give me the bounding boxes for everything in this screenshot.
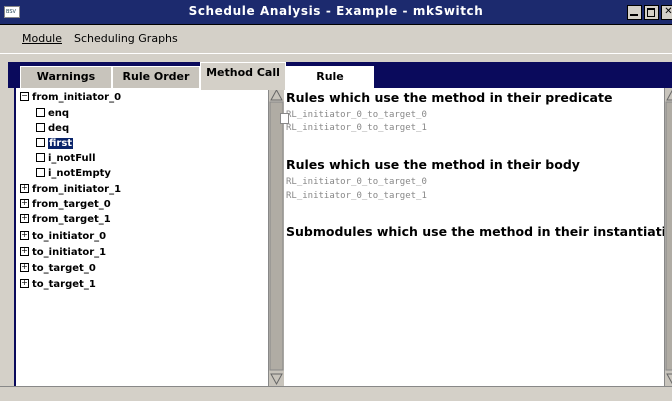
- tree-item-i-notempty[interactable]: i_notEmpty: [36, 167, 111, 179]
- scroll-up-arrow-icon[interactable]: [666, 89, 672, 101]
- expand-icon[interactable]: +: [20, 198, 29, 208]
- menu-module-label: Module: [22, 32, 62, 45]
- minimize-icon: [630, 14, 638, 16]
- scrollbar-trough[interactable]: [269, 101, 284, 371]
- window-controls: ✕: [625, 5, 672, 20]
- expand-icon[interactable]: +: [20, 278, 29, 288]
- tree-item-label: from_initiator_1: [32, 184, 122, 195]
- tab-method-call-label: Method Call: [206, 66, 280, 79]
- leaf-box-icon: [36, 137, 45, 147]
- close-button[interactable]: ✕: [661, 5, 672, 20]
- collapse-icon[interactable]: −: [20, 91, 29, 101]
- tree-item-i-notfull[interactable]: i_notFull: [36, 152, 96, 164]
- tab-warnings-label: Warnings: [36, 70, 96, 83]
- leaf-box-icon: [36, 107, 45, 117]
- predicate-rule-item: RL_initiator_0_to_target_1: [286, 123, 427, 133]
- window-title: Schedule Analysis - Example - mkSwitch: [188, 4, 484, 18]
- menu-scheduling-graphs-label: Scheduling Graphs: [74, 32, 178, 45]
- details-panel: Rules which use the method in their pred…: [280, 88, 672, 386]
- tree-item-label-selected: first: [48, 138, 74, 149]
- menu-module[interactable]: Module: [22, 32, 62, 45]
- menu-bar: Module Scheduling Graphs: [0, 25, 672, 54]
- tree-scrollbar[interactable]: [268, 88, 284, 386]
- tree-item-label: to_target_1: [32, 279, 96, 290]
- leaf-box-icon: [36, 152, 45, 162]
- tree-item-from-target-1[interactable]: + from_target_1: [20, 213, 111, 225]
- tree-scrollbar-graphic: [269, 88, 284, 386]
- predicate-heading: Rules which use the method in their pred…: [286, 90, 613, 105]
- tree-item-enq[interactable]: enq: [36, 107, 70, 119]
- leaf-box-icon: [36, 167, 45, 177]
- expand-icon[interactable]: +: [20, 183, 29, 193]
- method-tree[interactable]: − from_initiator_0 enq deq first i_notFul…: [16, 88, 268, 386]
- tree-item-label: from_target_0: [32, 199, 111, 210]
- expand-icon[interactable]: +: [20, 262, 29, 272]
- expand-icon[interactable]: +: [20, 230, 29, 240]
- tree-item-label: to_target_0: [32, 263, 96, 274]
- tab-rule-relations[interactable]: Rule Relations: [286, 66, 374, 103]
- maximize-icon: [647, 8, 655, 17]
- tree-item-label: from_initiator_0: [32, 92, 122, 103]
- tree-item-from-initiator-1[interactable]: + from_initiator_1: [20, 183, 122, 195]
- scroll-down-arrow-icon[interactable]: [270, 373, 283, 386]
- tree-item-label: enq: [48, 108, 70, 119]
- tree-item-label: from_target_1: [32, 214, 111, 225]
- tree-item-label: to_initiator_0: [32, 231, 107, 242]
- main-content: − from_initiator_0 enq deq first i_notFul…: [14, 88, 672, 386]
- expand-icon[interactable]: +: [20, 213, 29, 223]
- resize-handle[interactable]: [280, 113, 289, 124]
- body-heading: Rules which use the method in their body: [286, 157, 580, 172]
- tab-rule-order[interactable]: Rule Order: [112, 66, 200, 89]
- title-bar: BSV Schedule Analysis - Example - mkSwit…: [0, 0, 672, 25]
- body-rule-item: RL_initiator_0_to_target_0: [286, 177, 427, 187]
- details-scrollbar[interactable]: [664, 88, 672, 386]
- tree-item-from-initiator-0[interactable]: − from_initiator_0: [20, 91, 122, 103]
- tree-item-to-target-0[interactable]: + to_target_0: [20, 262, 96, 274]
- predicate-rule-item: RL_initiator_0_to_target_0: [286, 110, 427, 120]
- minimize-button[interactable]: [627, 5, 642, 20]
- tree-item-first[interactable]: first: [36, 137, 74, 149]
- tab-warnings[interactable]: Warnings: [20, 66, 112, 89]
- details-scrollbar-graphic: [665, 89, 672, 385]
- tree-item-deq[interactable]: deq: [36, 122, 70, 134]
- tab-method-call[interactable]: Method Call: [200, 62, 286, 90]
- tab-rule-order-label: Rule Order: [122, 70, 190, 83]
- menu-scheduling-graphs[interactable]: Scheduling Graphs: [74, 32, 178, 45]
- leaf-box-icon: [36, 122, 45, 132]
- body-rule-item: RL_initiator_0_to_target_1: [286, 191, 427, 201]
- tree-item-from-target-0[interactable]: + from_target_0: [20, 198, 111, 210]
- tree-item-to-initiator-0[interactable]: + to_initiator_0: [20, 230, 107, 242]
- scroll-up-arrow-icon[interactable]: [270, 88, 283, 101]
- tab-strip: Warnings Rule Order Method Call Rule Rel…: [8, 62, 672, 103]
- expand-icon[interactable]: +: [20, 246, 29, 256]
- tree-item-to-target-1[interactable]: + to_target_1: [20, 278, 96, 290]
- tree-item-label: deq: [48, 123, 70, 134]
- scrollbar-trough[interactable]: [665, 101, 672, 371]
- maximize-button[interactable]: [644, 5, 659, 20]
- tree-item-label: i_notFull: [48, 153, 96, 164]
- close-icon: ✕: [664, 6, 672, 17]
- scroll-down-arrow-icon[interactable]: [666, 373, 672, 385]
- tree-item-label: i_notEmpty: [48, 168, 111, 179]
- tree-item-label: to_initiator_1: [32, 247, 107, 258]
- tree-item-to-initiator-1[interactable]: + to_initiator_1: [20, 246, 107, 258]
- submodules-heading: Submodules which use the method in their…: [286, 224, 672, 239]
- status-bar: [0, 386, 672, 401]
